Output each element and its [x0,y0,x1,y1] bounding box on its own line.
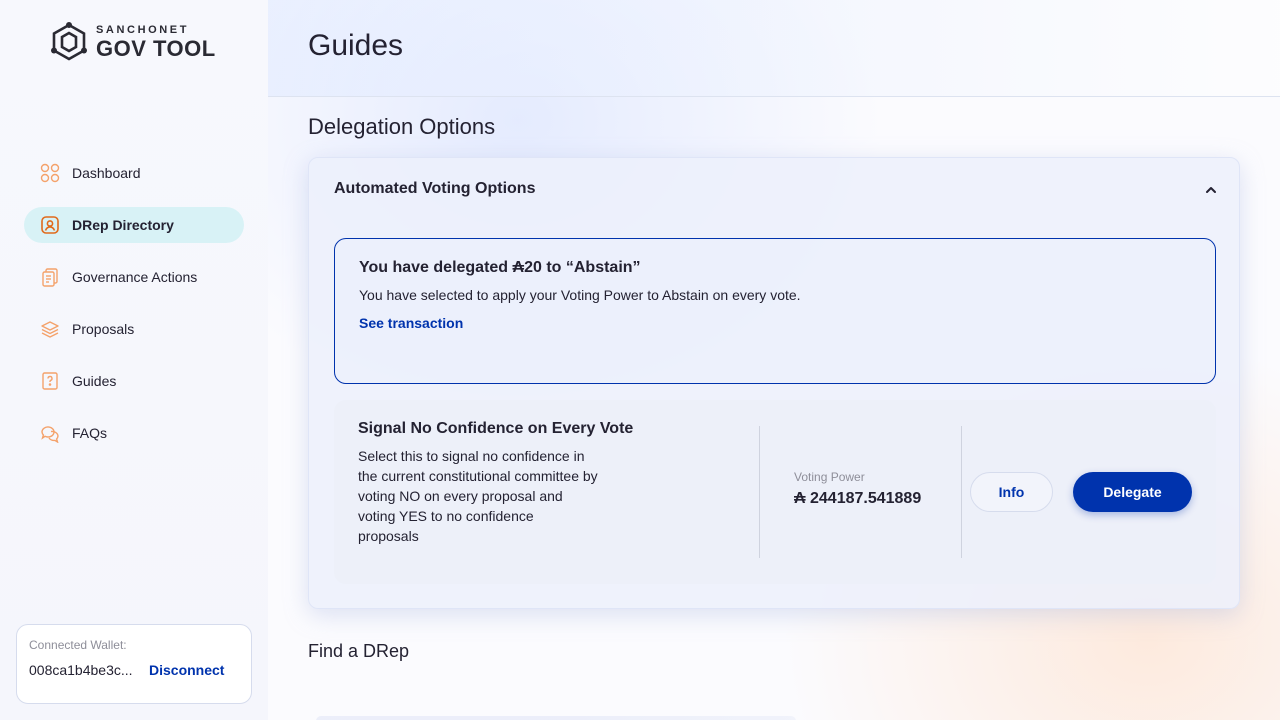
voting-power-value: ₳ 244187.541889 [794,490,922,507]
logo[interactable]: SANCHONET GOV TOOL [48,22,216,62]
sidebar-item-label: Guides [72,373,117,389]
guides-icon [40,371,60,391]
delegation-status-title: You have delegated ₳20 to “Abstain” [359,259,641,276]
sidebar-item-label: DRep Directory [72,217,174,233]
main-content: Guides Delegation Options Automated Voti… [268,0,1280,720]
wallet-address: 008ca1b4be3c... [29,662,133,678]
automated-voting-accordion: Automated Voting Options You have delega… [308,157,1240,609]
find-drep-heading: Find a DRep [308,641,410,661]
option-title: Signal No Confidence on Every Vote [358,420,634,437]
sidebar-item-guides[interactable]: Guides [24,363,244,399]
logo-bottom-text: GOV TOOL [96,35,216,61]
delegation-options-heading: Delegation Options [308,114,496,139]
divider [961,426,962,558]
sidebar-item-governance-actions[interactable]: Governance Actions [24,259,244,295]
sidebar-item-faqs[interactable]: FAQs [24,415,244,451]
delegate-button[interactable]: Delegate [1073,472,1192,512]
sidebar-item-proposals[interactable]: Proposals [24,311,244,347]
sidebar: SANCHONET GOV TOOL Dashboard DRep Direct… [0,0,268,720]
sidebar-item-label: Dashboard [72,165,141,181]
drep-directory-icon [40,215,60,235]
connected-wallet-card: Connected Wallet: 008ca1b4be3c... Discon… [16,624,252,704]
governance-actions-icon [40,267,60,287]
info-button[interactable]: Info [970,472,1053,512]
current-delegation-card: You have delegated ₳20 to “Abstain” You … [334,238,1216,384]
no-confidence-option-card: Signal No Confidence on Every Vote Selec… [334,400,1216,584]
sidebar-item-label: FAQs [72,425,108,441]
top-bar: Guides [268,0,1280,97]
faqs-icon [40,423,60,443]
page-title: Guides [308,29,404,62]
delegation-status-description: You have selected to apply your Voting P… [359,287,801,303]
wallet-label: Connected Wallet: [29,638,127,652]
chevron-up-icon[interactable] [1203,182,1219,198]
drep-search-card-edge [316,716,796,720]
sidebar-item-dashboard[interactable]: Dashboard [24,155,244,191]
divider [759,426,760,558]
sidebar-item-drep-directory[interactable]: DRep Directory [24,207,244,243]
see-transaction-link[interactable]: See transaction [359,315,463,331]
disconnect-button[interactable]: Disconnect [149,662,224,678]
sidebar-item-label: Proposals [72,321,135,337]
sidebar-item-label: Governance Actions [72,269,198,285]
sidebar-nav: Dashboard DRep Directory Governance Acti… [24,155,244,467]
accordion-title[interactable]: Automated Voting Options [334,180,535,198]
voting-power-label: Voting Power [794,470,865,484]
gov-tool-logo-icon [51,22,87,61]
dashboard-icon [40,163,60,183]
proposals-icon [40,319,60,339]
logo-top-text: SANCHONET [96,23,190,36]
option-description: Select this to signal no confidence in t… [358,448,598,544]
